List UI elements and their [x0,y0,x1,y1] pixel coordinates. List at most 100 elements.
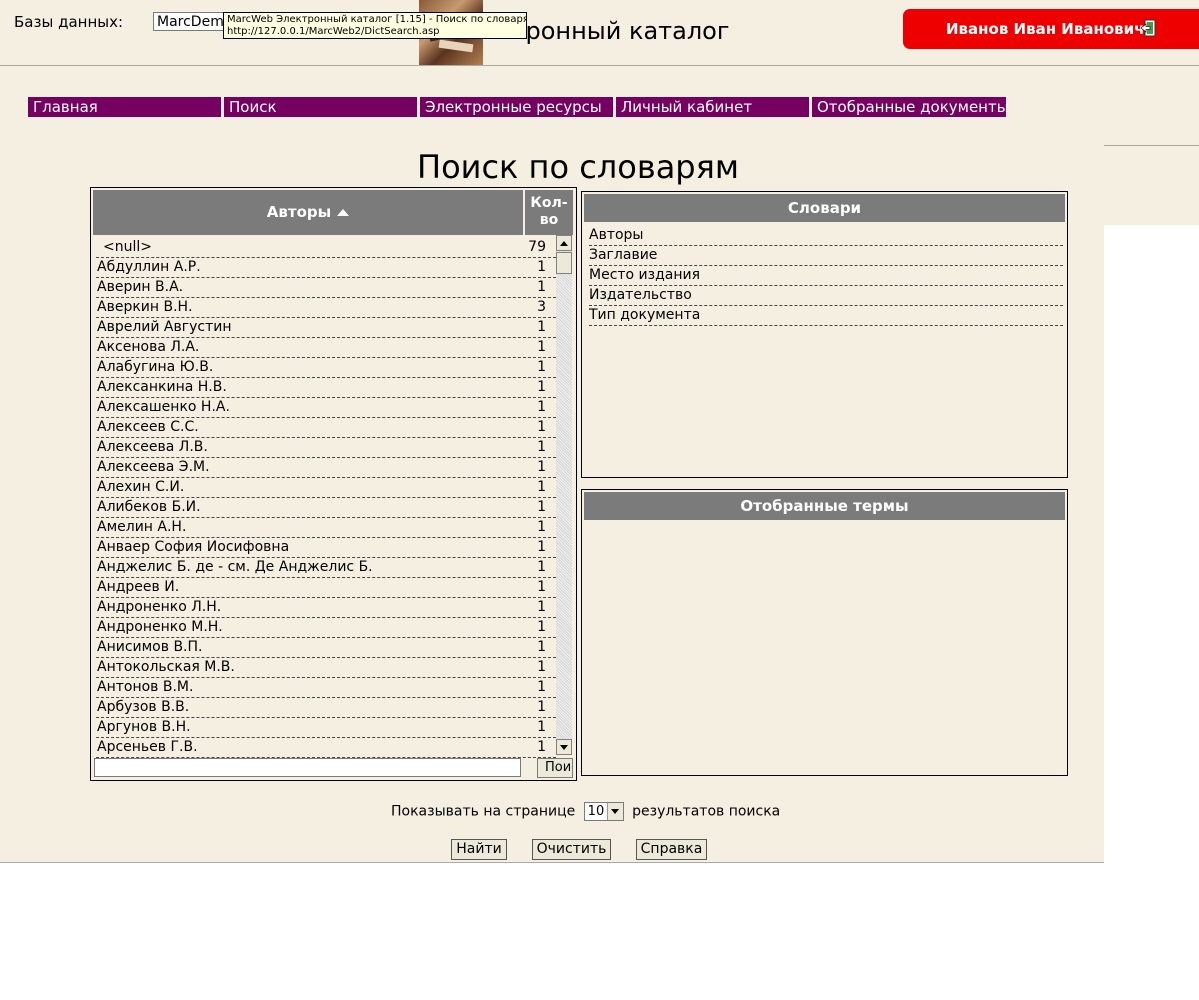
table-row[interactable]: Андроненко Л.Н. 1 [96,598,556,618]
nav-item-e-resources[interactable]: Электронные ресурсы [420,97,613,117]
table-row[interactable]: Андроненко М.Н. 1 [96,618,556,638]
table-row[interactable]: Алибеков Б.И. 1 [96,498,556,518]
author-name: Абдуллин А.Р. [97,259,201,275]
table-row[interactable]: Анисимов В.П. 1 [96,638,556,658]
author-name: <null> [103,239,152,255]
author-count: 1 [537,459,546,475]
dictionary-item-authors[interactable]: Авторы [589,226,1063,246]
scroll-up-icon[interactable] [556,235,572,251]
author-name: Арбузов В.В. [97,699,190,715]
logout-icon[interactable] [1140,19,1156,37]
author-count: 1 [537,599,546,615]
table-row[interactable]: Алексанкина Н.В. 1 [96,378,556,398]
table-row[interactable]: <null> 79 [96,238,556,258]
help-button[interactable]: Справка [636,839,707,860]
author-name: Алексеев С.С. [97,419,199,435]
find-button[interactable]: Найти [451,839,507,860]
nav-item-selected-docs[interactable]: Отобранные документы [812,97,1009,117]
table-row[interactable]: Алексеева Э.М. 1 [96,458,556,478]
author-name: Алексашенко Н.А. [97,399,230,415]
database-select[interactable]: MarcDemo [153,12,233,31]
table-row[interactable]: Алабугина Ю.В. 1 [96,358,556,378]
table-row[interactable]: Алексашенко Н.А. 1 [96,398,556,418]
author-count: 3 [537,299,546,315]
nav-item-account[interactable]: Личный кабинет [616,97,809,117]
author-name: Антонов В.М. [97,679,194,695]
dictionaries-title: Словари [584,194,1065,222]
side-divider [1104,145,1199,146]
nav-item-search[interactable]: Поиск [224,97,417,117]
author-name: Алексеева Л.В. [97,439,208,455]
dictionary-item-title[interactable]: Заглавие [589,246,1063,266]
count-header-line1: Кол- [530,195,568,211]
table-row[interactable]: Аверкин В.Н. 3 [96,298,556,318]
table-row[interactable]: Аврелий Августин 1 [96,318,556,338]
author-count: 1 [537,439,546,455]
results-per-page: Показывать на странице 10 результатов по… [391,802,780,821]
author-count: 1 [537,479,546,495]
author-count: 1 [537,579,546,595]
author-count: 1 [537,279,546,295]
nav-item-home[interactable]: Главная [28,97,221,117]
table-row[interactable]: Алехин С.И. 1 [96,478,556,498]
author-count: 1 [537,699,546,715]
author-count: 1 [537,659,546,675]
table-row[interactable]: Антонов В.М. 1 [96,678,556,698]
author-name: Алексанкина Н.В. [97,379,227,395]
dictionary-item-place[interactable]: Место издания [589,266,1063,286]
dictionaries-list: Авторы Заглавие Место издания Издательст… [589,226,1063,326]
scroll-down-icon[interactable] [556,739,572,755]
author-name: Алехин С.И. [97,479,185,495]
author-count: 1 [537,619,546,635]
author-count: 1 [537,319,546,335]
table-row[interactable]: Аверин В.А. 1 [96,278,556,298]
author-name: Анисимов В.П. [97,639,203,655]
author-name: Аверкин В.Н. [97,299,193,315]
authors-list: <null> 79 Абдуллин А.Р. 1 Аверин В.А. 1 Аверки… [96,238,556,758]
table-row[interactable]: Абдуллин А.Р. 1 [96,258,556,278]
table-row[interactable]: Амелин А.Н. 1 [96,518,556,538]
authors-scrollbar[interactable] [556,235,572,755]
author-name: Анджелис Б. де - см. Де Анджелис Б. [97,559,373,575]
chevron-down-icon[interactable] [606,803,623,820]
author-name: Андроненко М.Н. [97,619,223,635]
author-count: 1 [537,359,546,375]
count-column-header[interactable]: Кол- во [525,190,573,235]
author-name: Андреев И. [97,579,180,595]
table-row[interactable]: Алексеев С.С. 1 [96,418,556,438]
author-name: Аргунов В.Н. [97,719,191,735]
table-row[interactable]: Андреев И. 1 [96,578,556,598]
clear-button[interactable]: Очистить [532,839,611,860]
author-count: 1 [537,379,546,395]
browser-tooltip: MarcWeb Электронный каталог [1.15] - Пои… [223,12,527,39]
author-count: 1 [537,719,546,735]
scroll-thumb[interactable] [556,252,572,274]
table-row[interactable]: Алексеева Л.В. 1 [96,438,556,458]
per-page-select[interactable]: 10 [583,802,624,821]
table-row[interactable]: Анджелис Б. де - см. Де Анджелис Б. 1 [96,558,556,578]
authors-column-header[interactable]: Авторы [93,190,523,235]
per-page-prefix: Показывать на странице [391,803,576,820]
author-count: 1 [537,639,546,655]
author-count: 1 [537,539,546,555]
per-page-value: 10 [587,804,605,819]
page-title: Поиск по словарям [417,148,739,186]
table-row[interactable]: Арбузов В.В. 1 [96,698,556,718]
author-name: Алексеева Э.М. [97,459,210,475]
table-row[interactable]: Арсеньев Г.В. 1 [96,738,556,758]
table-row[interactable]: Анваер София Иосифовна 1 [96,538,556,558]
author-name: Алибеков Б.И. [97,499,201,515]
dictionary-item-publisher[interactable]: Издательство [589,286,1063,306]
tooltip-url: http://127.0.0.1/MarcWeb2/DictSearch.asp [227,26,440,37]
table-row[interactable]: Антокольская М.В. 1 [96,658,556,678]
author-count: 1 [537,399,546,415]
user-name[interactable]: Иванов Иван Иванович [946,20,1144,38]
author-name: Анваер София Иосифовна [97,539,290,555]
per-page-suffix: результатов поиска [632,803,781,820]
author-search-button[interactable]: Поиск [537,758,573,778]
table-row[interactable]: Аксенова Л.А. 1 [96,338,556,358]
author-name: Аврелий Августин [97,319,232,335]
table-row[interactable]: Аргунов В.Н. 1 [96,718,556,738]
author-search-input[interactable] [94,758,521,777]
dictionary-item-doc-type[interactable]: Тип документа [589,306,1063,326]
